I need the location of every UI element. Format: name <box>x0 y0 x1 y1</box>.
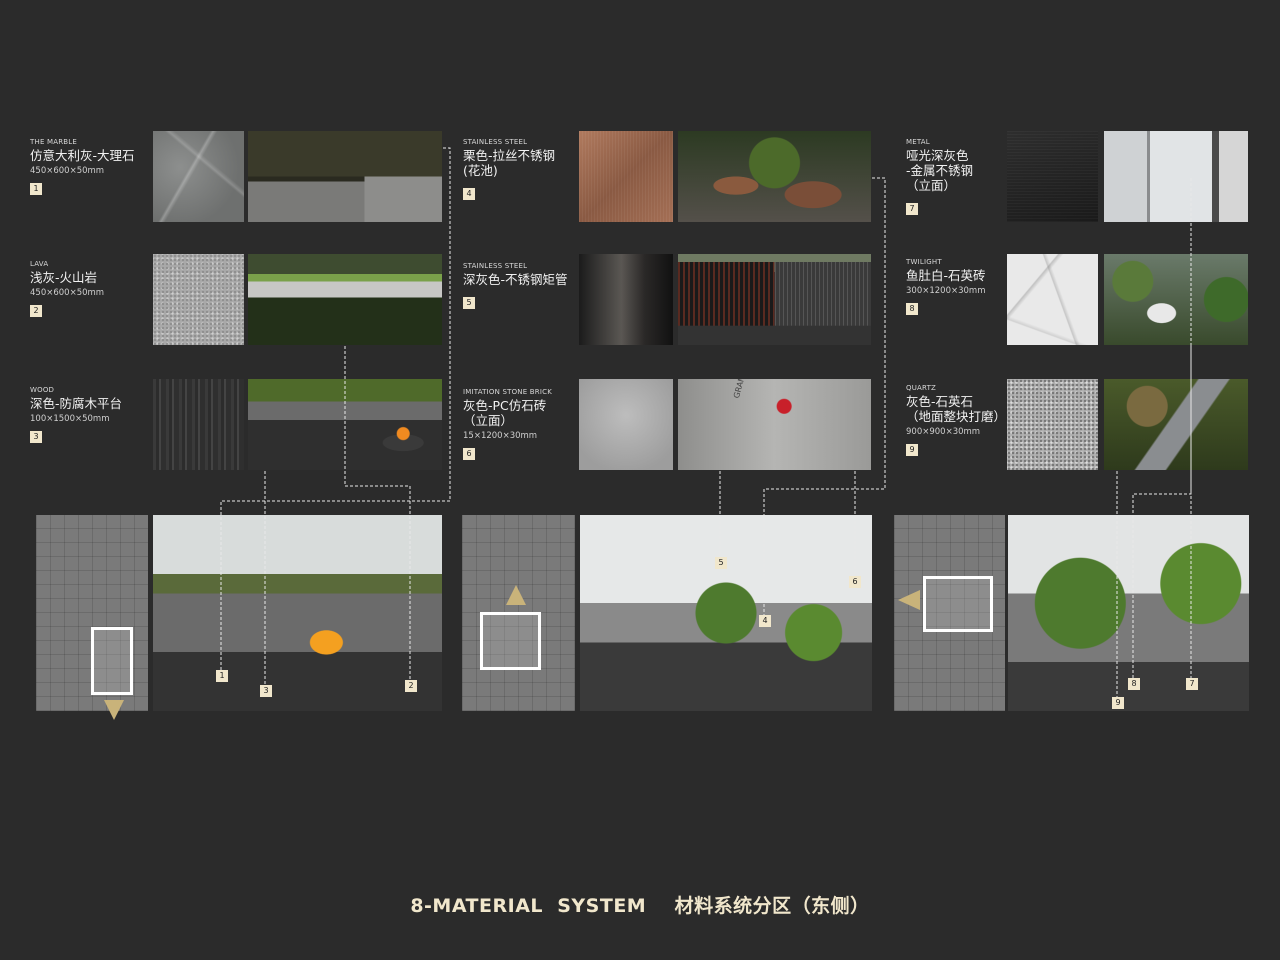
leader-lines <box>220 147 1192 702</box>
callout-pin-6: 6 <box>849 576 861 588</box>
page-title: 8-MATERIAL SYSTEM 材料系统分区（东侧） <box>410 895 870 917</box>
callout-pin-8: 8 <box>1128 678 1140 690</box>
callout-pin-2: 2 <box>405 680 417 692</box>
callout-pin-5: 5 <box>715 557 727 569</box>
callout-pin-1: 1 <box>216 670 228 682</box>
callout-pin-7: 7 <box>1186 678 1198 690</box>
callout-pin-3: 3 <box>260 685 272 697</box>
callout-pin-9: 9 <box>1112 697 1124 709</box>
callout-pin-4: 4 <box>759 615 771 627</box>
